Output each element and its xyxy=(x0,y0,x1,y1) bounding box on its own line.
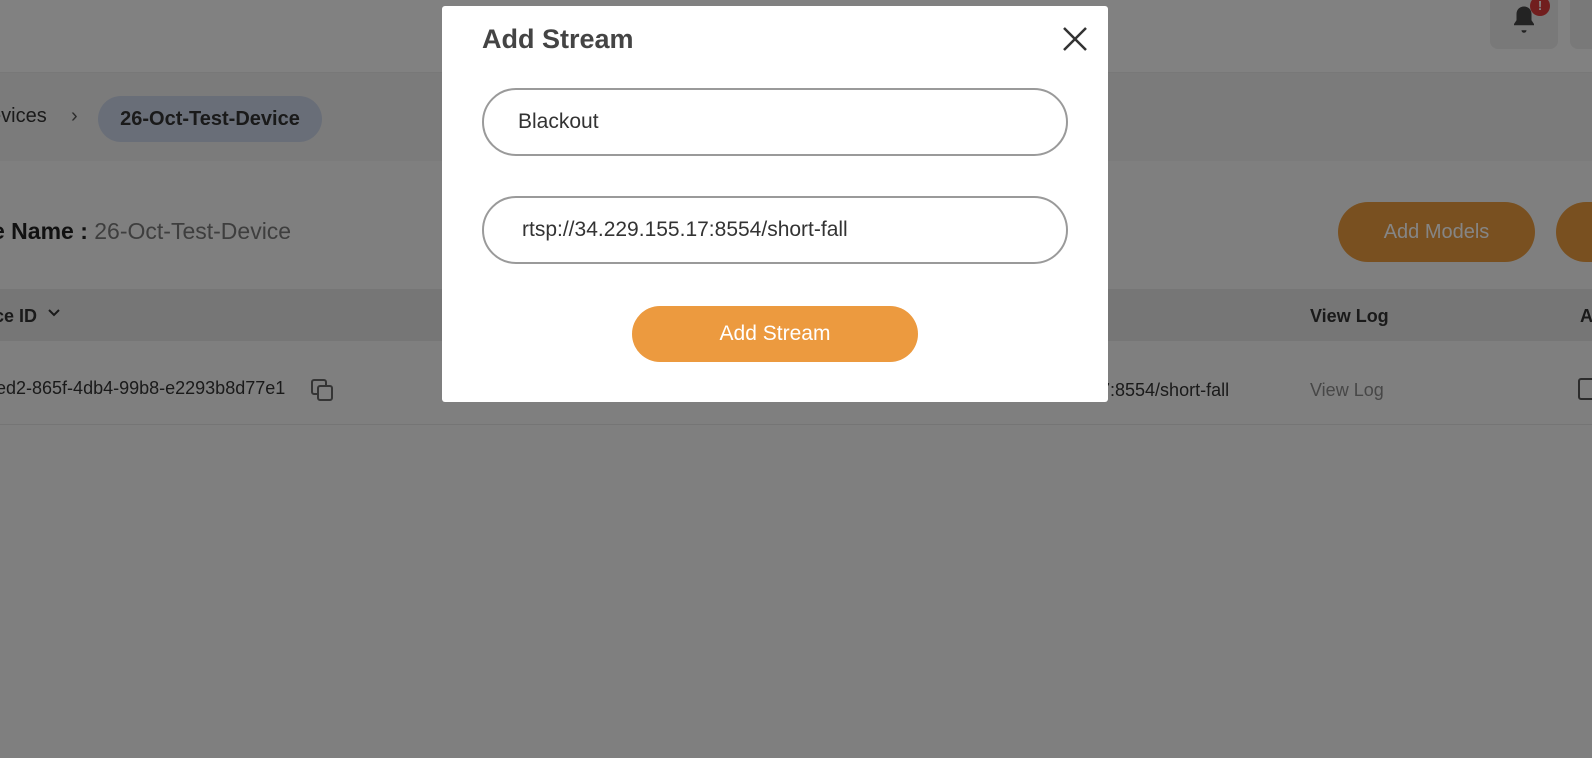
stream-name-input[interactable] xyxy=(482,88,1068,156)
modal-title: Add Stream xyxy=(482,24,634,54)
add-stream-modal: Add Stream Add Stream xyxy=(442,6,1108,402)
add-stream-button[interactable]: Add Stream xyxy=(632,306,918,362)
stream-url-input[interactable] xyxy=(482,196,1068,264)
close-icon[interactable] xyxy=(1060,24,1090,54)
